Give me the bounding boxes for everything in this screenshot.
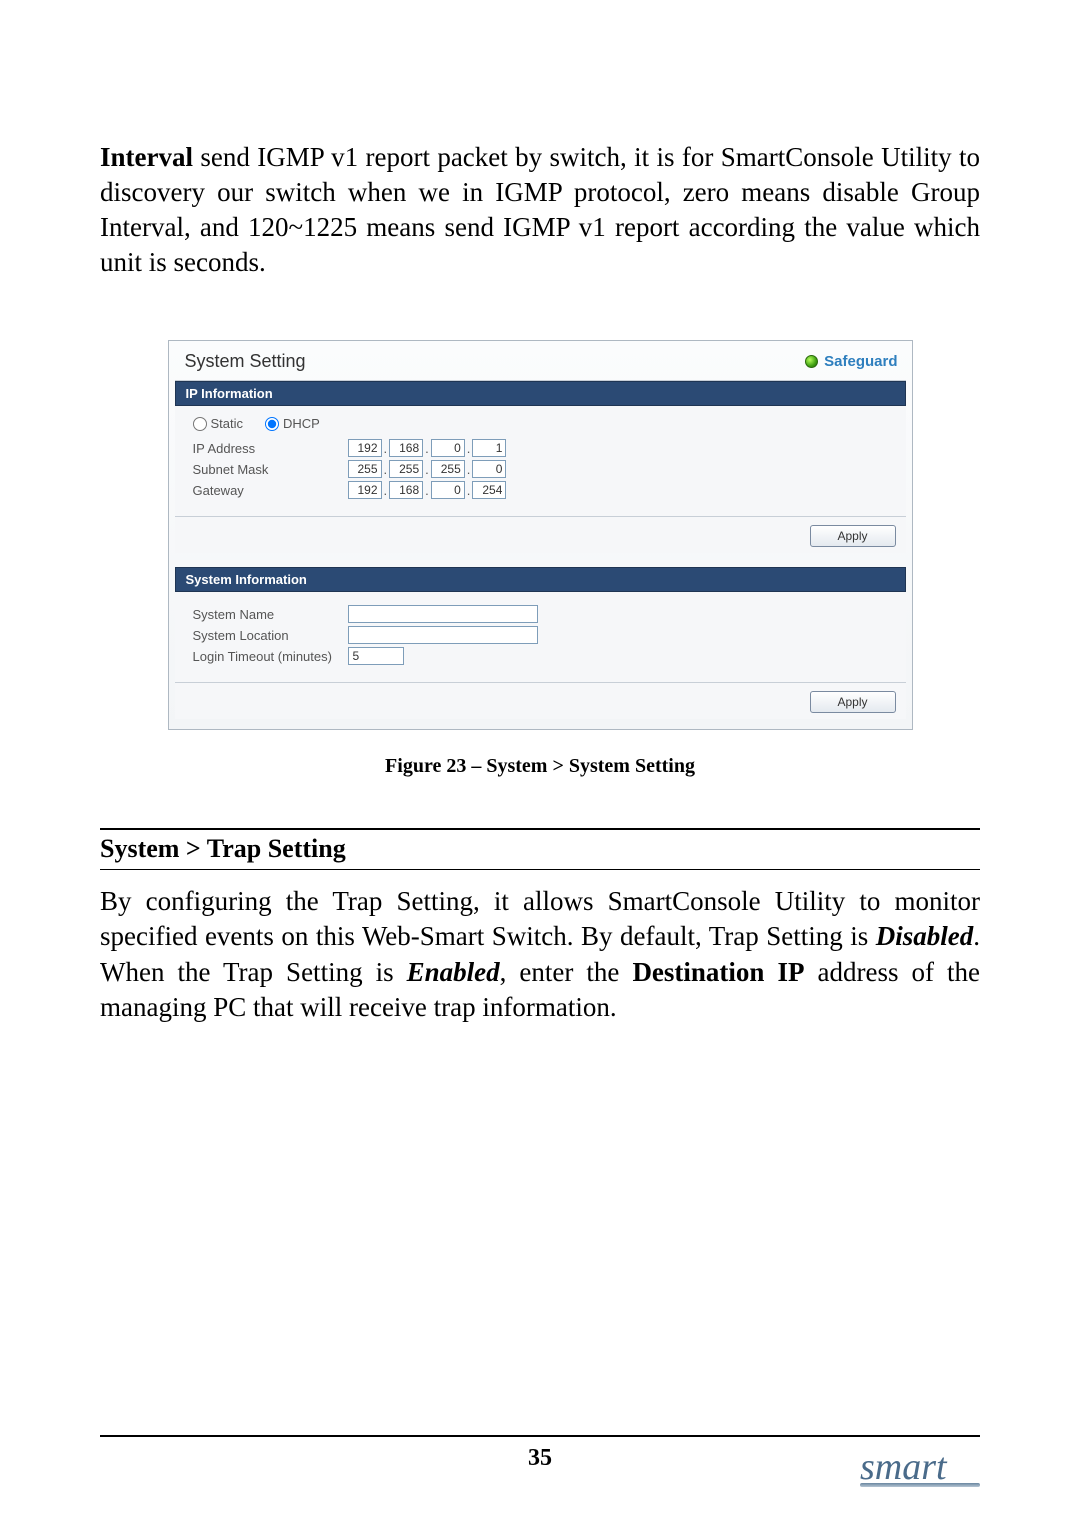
gateway-row: Gateway . . .: [193, 481, 894, 499]
gw-octet-2[interactable]: [389, 481, 423, 499]
system-location-input[interactable]: [348, 626, 538, 644]
login-timeout-label: Login Timeout (minutes): [193, 649, 348, 664]
gateway-inputs: . . .: [348, 481, 507, 499]
system-setting-panel: System Setting Safeguard IP Information …: [168, 340, 913, 730]
intro-paragraph: Interval send IGMP v1 report packet by s…: [100, 140, 980, 280]
figure-caption: Figure 23 – System > System Setting: [100, 755, 980, 778]
sys-apply-button[interactable]: Apply: [810, 691, 896, 713]
subnet-octet-4[interactable]: [472, 460, 506, 478]
dot-icon: .: [384, 462, 388, 477]
p2-seg3: , enter the: [500, 957, 633, 987]
subnet-mask-row: Subnet Mask . . .: [193, 460, 894, 478]
static-text: Static: [211, 416, 244, 431]
login-timeout-row: Login Timeout (minutes): [193, 647, 894, 665]
trap-setting-heading: System > Trap Setting: [100, 834, 980, 866]
login-timeout-input[interactable]: [348, 647, 404, 665]
panel-titlebar: System Setting Safeguard: [175, 347, 906, 381]
safeguard-indicator: Safeguard: [805, 353, 897, 370]
ip-address-label: IP Address: [193, 441, 348, 456]
system-name-row: System Name: [193, 605, 894, 623]
ip-octet-4[interactable]: [472, 439, 506, 457]
ip-mode-radiogroup: Static DHCP: [193, 416, 894, 431]
static-radio-label[interactable]: Static: [193, 416, 244, 431]
subnet-octet-1[interactable]: [348, 460, 382, 478]
p2-enabled: Enabled: [407, 957, 500, 987]
gateway-label: Gateway: [193, 483, 348, 498]
dot-icon: .: [384, 483, 388, 498]
smart-logo: smart: [860, 1445, 980, 1487]
panel-title: System Setting: [185, 351, 306, 372]
dot-icon: .: [467, 441, 471, 456]
safeguard-label: Safeguard: [824, 353, 897, 370]
ip-information-header: IP Information: [175, 381, 906, 406]
static-radio[interactable]: [193, 417, 207, 431]
dhcp-text: DHCP: [283, 416, 320, 431]
safeguard-led-icon: [805, 355, 818, 368]
subnet-inputs: . . .: [348, 460, 507, 478]
ip-octet-3[interactable]: [431, 439, 465, 457]
interval-label: Interval: [100, 142, 193, 172]
system-location-row: System Location: [193, 626, 894, 644]
gw-octet-3[interactable]: [431, 481, 465, 499]
system-information-header: System Information: [175, 567, 906, 592]
smart-logo-text: smart: [860, 1446, 947, 1488]
ip-octet-1[interactable]: [348, 439, 382, 457]
subnet-octet-3[interactable]: [431, 460, 465, 478]
system-name-label: System Name: [193, 607, 348, 622]
p2-dest-ip: Destination IP: [632, 957, 804, 987]
ip-apply-row: Apply: [175, 516, 906, 553]
gw-octet-4[interactable]: [472, 481, 506, 499]
interval-text: send IGMP v1 report packet by switch, it…: [100, 142, 980, 277]
section-rule-under: [100, 869, 980, 870]
ip-address-row: IP Address . . .: [193, 439, 894, 457]
system-location-label: System Location: [193, 628, 348, 643]
system-information-body: System Name System Location Login Timeou…: [175, 592, 906, 682]
dot-icon: .: [467, 483, 471, 498]
dot-icon: .: [384, 441, 388, 456]
ip-address-inputs: . . .: [348, 439, 507, 457]
p2-seg1: By configuring the Trap Setting, it allo…: [100, 886, 980, 951]
ip-information-body: Static DHCP IP Address . . . Subnet Mask…: [175, 406, 906, 516]
page-number: 35: [100, 1445, 980, 1472]
trap-paragraph: By configuring the Trap Setting, it allo…: [100, 884, 980, 1024]
dot-icon: .: [467, 462, 471, 477]
footer-rule: [100, 1435, 980, 1437]
gw-octet-1[interactable]: [348, 481, 382, 499]
ip-apply-button[interactable]: Apply: [810, 525, 896, 547]
page-footer: 35 smart: [100, 1435, 980, 1472]
ip-octet-2[interactable]: [389, 439, 423, 457]
dhcp-radio-label[interactable]: DHCP: [265, 416, 320, 431]
section-rule-top: [100, 828, 980, 830]
dot-icon: .: [425, 462, 429, 477]
p2-disabled: Disabled: [876, 921, 974, 951]
sys-apply-row: Apply: [175, 682, 906, 719]
dot-icon: .: [425, 483, 429, 498]
dot-icon: .: [425, 441, 429, 456]
subnet-octet-2[interactable]: [389, 460, 423, 478]
system-name-input[interactable]: [348, 605, 538, 623]
dhcp-radio[interactable]: [265, 417, 279, 431]
subnet-mask-label: Subnet Mask: [193, 462, 348, 477]
